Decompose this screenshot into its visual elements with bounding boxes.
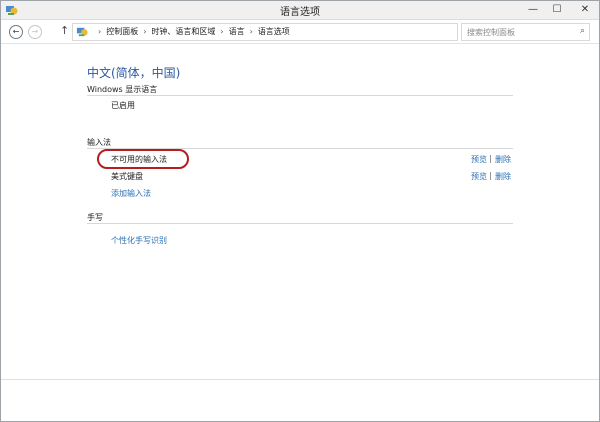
breadcrumb-item-clock-language-region[interactable]: 时钟、语言和区域 <box>151 27 215 36</box>
breadcrumb-item-language-options[interactable]: 语言选项 <box>258 27 290 36</box>
search-icon[interactable]: ⌕ <box>580 26 585 36</box>
display-language-heading: Windows 显示语言 <box>87 85 158 94</box>
link-separator: | <box>489 154 492 163</box>
add-input-method-link[interactable]: 添加输入法 <box>111 188 151 199</box>
section-divider <box>87 95 513 96</box>
link-separator: | <box>489 171 492 180</box>
address-bar[interactable]: ›控制面板›时钟、语言和区域›语言›语言选项 ⌄ ↻ <box>72 23 521 41</box>
chevron-right-icon[interactable]: › <box>143 27 146 36</box>
window-title: 语言选项 <box>280 7 320 18</box>
breadcrumb-item-language[interactable]: 语言 <box>229 27 245 36</box>
section-divider <box>87 223 513 224</box>
input-methods-heading: 输入法 <box>87 138 111 147</box>
minimize-button[interactable]: — <box>523 1 543 18</box>
display-language-status: 已启用 <box>111 101 135 110</box>
close-button[interactable]: ✕ <box>575 1 595 18</box>
remove-link[interactable]: 删除 <box>495 171 511 182</box>
control-panel-icon <box>76 27 88 37</box>
search-placeholder: 搜索控制面板 <box>467 28 515 37</box>
preview-link[interactable]: 预览 <box>471 154 487 165</box>
title-bar: 语言选项 — ☐ ✕ <box>1 1 599 20</box>
language-options-window: 语言选项 — ☐ ✕ ← → ↑ › 控制面板 › 时钟、语言和区域 › 语言 › 语言选项 … <box>0 0 600 422</box>
up-button[interactable]: ↑ <box>60 24 69 37</box>
chevron-right-icon[interactable]: › <box>220 27 223 36</box>
page-title: 中文(简体，中国) <box>87 66 181 80</box>
search-input[interactable]: 搜索控制面板 ⌕ <box>461 23 590 41</box>
breadcrumb: › 控制面板 › 时钟、语言和区域 › 语言 › 语言选项 <box>93 26 290 37</box>
preview-link[interactable]: 预览 <box>471 171 487 182</box>
personalize-handwriting-link[interactable]: 个性化手写识别 <box>111 235 167 246</box>
forward-button[interactable]: → <box>28 25 42 39</box>
remove-link[interactable]: 删除 <box>495 154 511 165</box>
back-button[interactable]: ← <box>9 25 23 39</box>
input-method-item: 不可用的输入法 <box>111 155 167 164</box>
handwriting-heading: 手写 <box>87 213 103 222</box>
input-method-item: 美式键盘 <box>111 172 143 181</box>
breadcrumb-item-control-panel[interactable]: 控制面板 <box>106 27 138 36</box>
chevron-right-icon: › <box>98 27 102 36</box>
maximize-button[interactable]: ☐ <box>547 1 567 18</box>
navigation-bar: ← → ↑ ›控制面板›时钟、语言和区域›语言›语言选项 ⌄ ↻ 搜索控制面板 … <box>1 20 599 44</box>
footer-divider <box>1 379 599 380</box>
main-content: 中文(简体，中国) Windows 显示语言 已启用 输入法 不可用的输入法 预… <box>1 44 599 421</box>
chevron-right-icon[interactable]: › <box>250 27 253 36</box>
